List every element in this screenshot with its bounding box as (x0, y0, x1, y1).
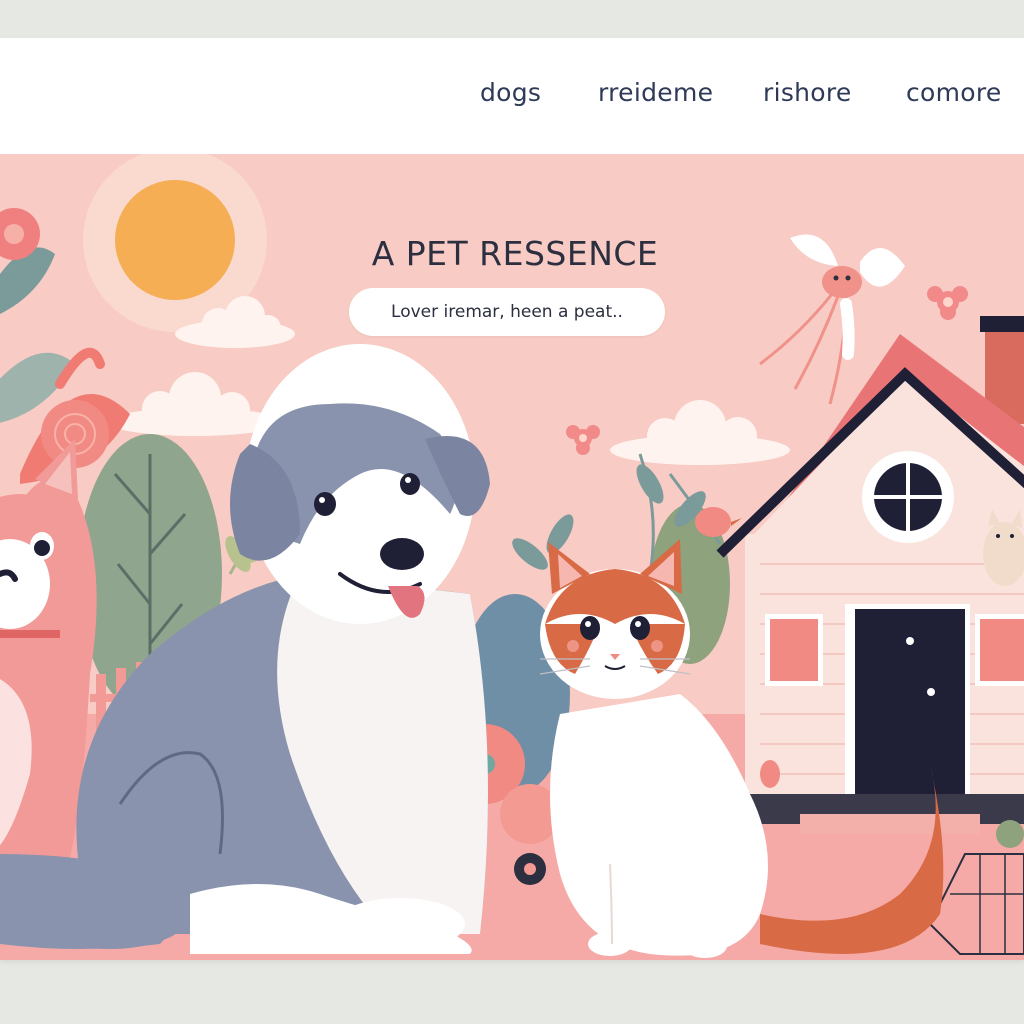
nav-link-rreideme[interactable]: rreideme (598, 78, 713, 107)
nav-link-rishore[interactable]: rishore (763, 78, 852, 107)
small-plant-icon (760, 760, 780, 788)
nav-link-comore[interactable]: comore (906, 78, 1002, 107)
nav-link-dogs[interactable]: dogs (480, 78, 541, 107)
hero-headline: A PET RESSENCE (371, 234, 659, 273)
hero-illustration (0, 154, 1024, 960)
browser-page: dogs rreideme rishore comore A PET RESSE… (0, 38, 1024, 960)
hero-section: A PET RESSENCE Lover iremar, heen a peat… (0, 154, 1024, 960)
top-navigation: dogs rreideme rishore comore (0, 38, 1024, 154)
hero-tagline-pill[interactable]: Lover iremar, heen a peat.. (349, 288, 665, 336)
